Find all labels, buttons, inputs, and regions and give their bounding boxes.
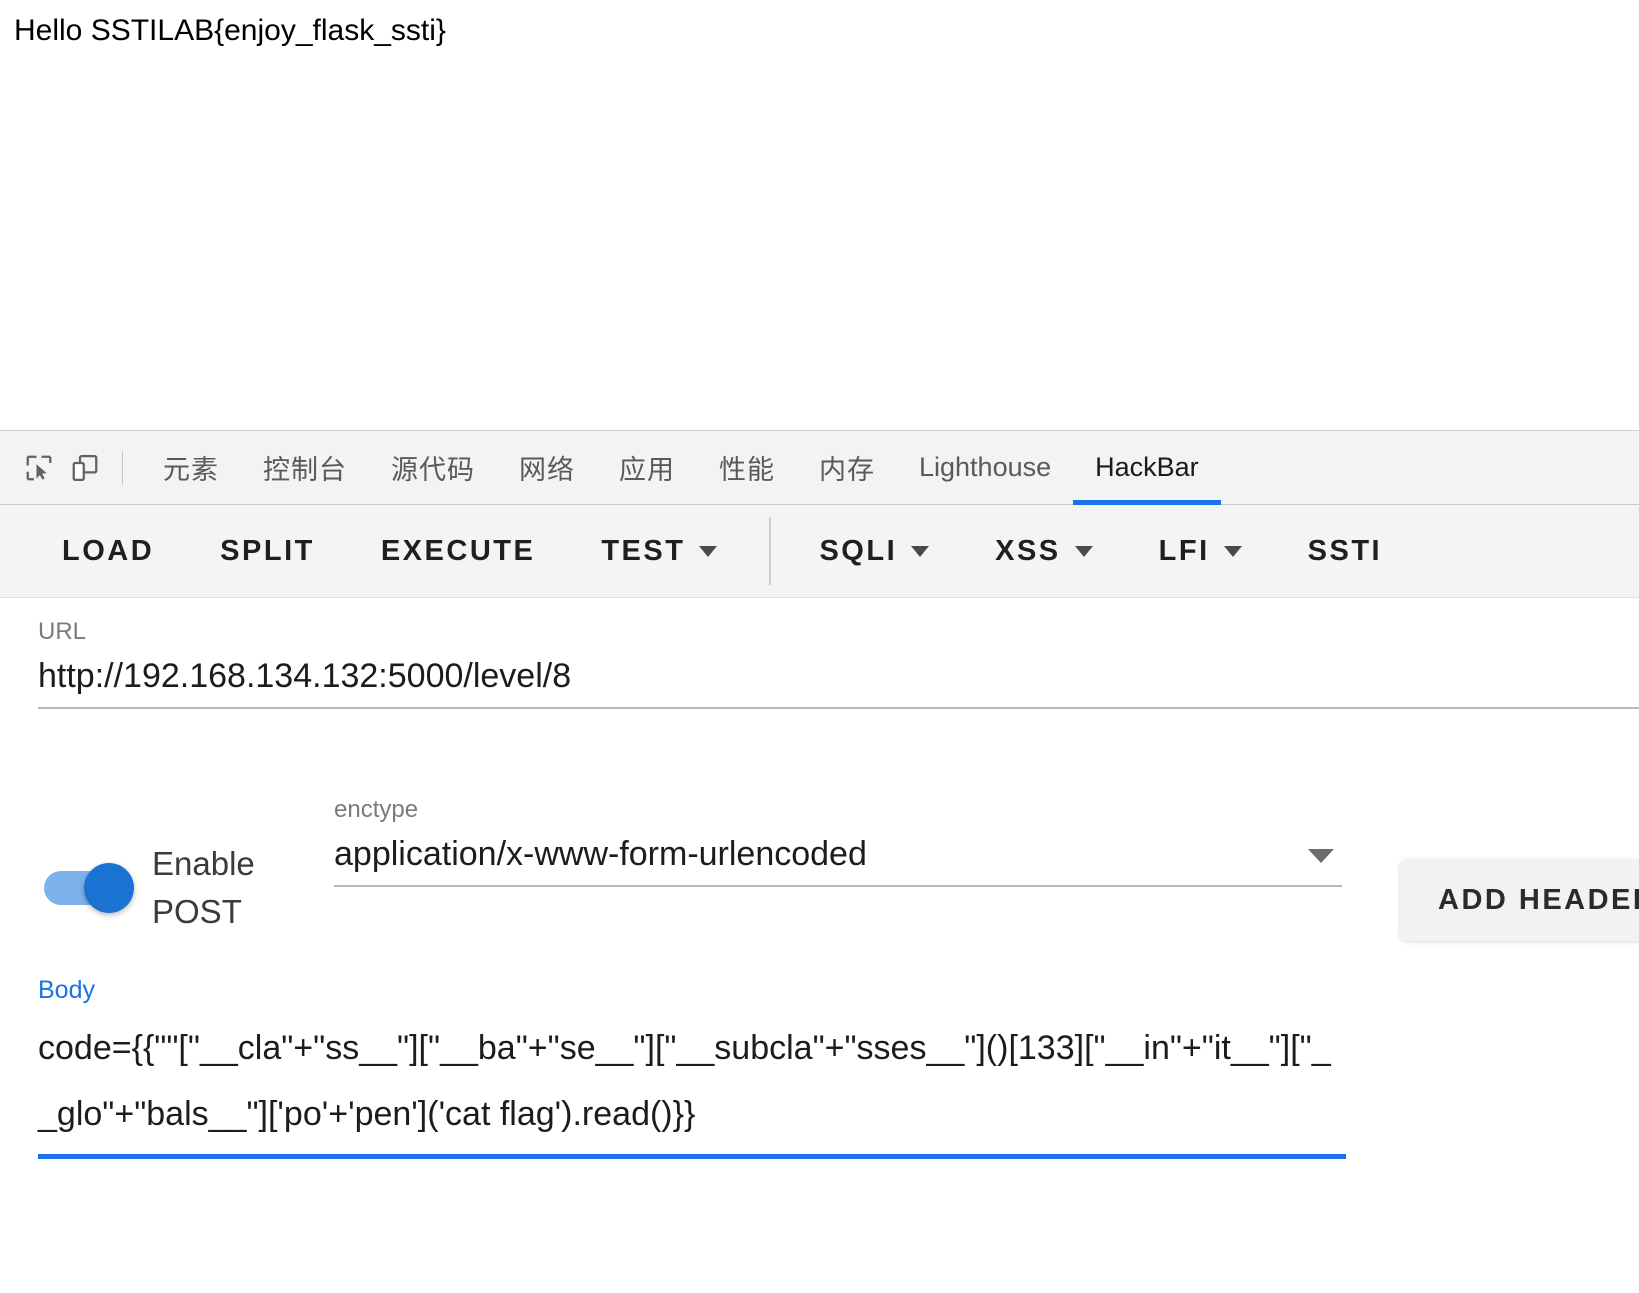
add-header-button[interactable]: ADD HEADER [1400,859,1639,941]
enable-post-label: Enable POST [152,845,255,930]
rendered-page-content: Hello SSTILAB{enjoy_flask_ssti} [0,0,1639,430]
enctype-field-label: enctype [334,796,419,823]
tab-hackbar[interactable]: HackBar [1073,431,1221,505]
body-input-underline [38,1153,1346,1159]
xss-menu-button[interactable]: XSS [995,535,1093,568]
enctype-selected-value: application/x-www-form-urlencoded [334,835,867,873]
lfi-button-label: LFI [1158,534,1210,567]
toolbar-divider [122,450,123,485]
tab-console[interactable]: 控制台 [241,431,369,505]
toggle-track [44,862,134,913]
hackbar-form: URL http://192.168.134.132:5000/level/8 … [0,598,1639,1293]
toolbar-group-divider [769,517,772,585]
enctype-select[interactable]: application/x-www-form-urlencoded [334,834,1342,875]
chevron-down-icon [1308,849,1334,864]
chevron-down-icon [1074,545,1093,557]
chevron-down-icon [911,545,930,557]
body-input[interactable]: code={{""["__cla"+"ss__"]["__ba"+"se__"]… [38,1015,1346,1148]
tab-label: 性能 [719,455,775,485]
tab-label: Lighthouse [919,452,1052,482]
tab-label: HackBar [1095,452,1199,482]
tab-memory[interactable]: 内存 [797,431,897,505]
body-field-group: Body code={{""["__cla"+"ss__"]["__ba"+"s… [38,978,1346,1159]
hackbar-toolbar: LOAD SPLIT EXECUTE TEST SQLI XSS LFI SST… [0,505,1639,598]
execute-button-label: EXECUTE [380,534,536,567]
split-button[interactable]: SPLIT [220,535,315,568]
url-input[interactable]: http://192.168.134.132:5000/level/8 [38,656,1639,697]
test-menu-button[interactable]: TEST [601,534,718,568]
tab-performance[interactable]: 性能 [697,431,797,505]
ssti-menu-button[interactable]: SSTI [1308,535,1382,568]
tab-label: 网络 [519,455,575,485]
post-options-row: Enable POST enctype application/x-www-fo… [0,796,1639,941]
test-button-label: TEST [601,534,686,567]
chevron-down-icon [699,545,718,557]
enable-post-toggle[interactable]: Enable POST [44,840,322,936]
enctype-field-group: enctype application/x-www-form-urlencode… [334,796,1342,888]
tab-sources[interactable]: 源代码 [369,431,497,505]
page-response-text: Hello SSTILAB{enjoy_flask_ssti} [14,14,446,47]
lfi-menu-button[interactable]: LFI [1159,535,1242,568]
enctype-select-underline [334,885,1342,888]
devtools-panel: 元素 控制台 源代码 网络 应用 性能 内存 Lighthouse HackBa… [0,430,1639,1293]
tab-application[interactable]: 应用 [597,431,697,505]
tab-label: 应用 [619,455,675,485]
url-field-group: URL http://192.168.134.132:5000/level/8 [38,618,1639,710]
tab-label: 源代码 [391,455,475,485]
devtools-tabbar: 元素 控制台 源代码 网络 应用 性能 内存 Lighthouse HackBa… [0,431,1639,505]
tab-network[interactable]: 网络 [497,431,597,505]
body-field-label: Body [38,976,95,1004]
xss-button-label: XSS [995,534,1061,567]
sqli-menu-button[interactable]: SQLI [819,534,930,568]
url-field-label: URL [38,618,87,645]
load-button-label: LOAD [62,534,155,567]
url-input-underline [38,707,1639,710]
execute-button[interactable]: EXECUTE [381,535,535,568]
sqli-button-label: SQLI [819,534,898,567]
toggle-knob [84,862,134,913]
tab-label: 内存 [819,455,875,485]
ssti-button-label: SSTI [1307,534,1383,567]
tab-lighthouse[interactable]: Lighthouse [897,431,1073,505]
split-button-label: SPLIT [220,534,315,567]
device-toolbar-icon[interactable] [62,445,108,491]
tab-label: 元素 [163,455,219,485]
load-button[interactable]: LOAD [62,535,154,568]
tab-label: 控制台 [263,455,347,485]
chevron-down-icon [1223,545,1242,557]
inspect-element-icon[interactable] [16,445,62,491]
tab-elements[interactable]: 元素 [141,431,241,505]
